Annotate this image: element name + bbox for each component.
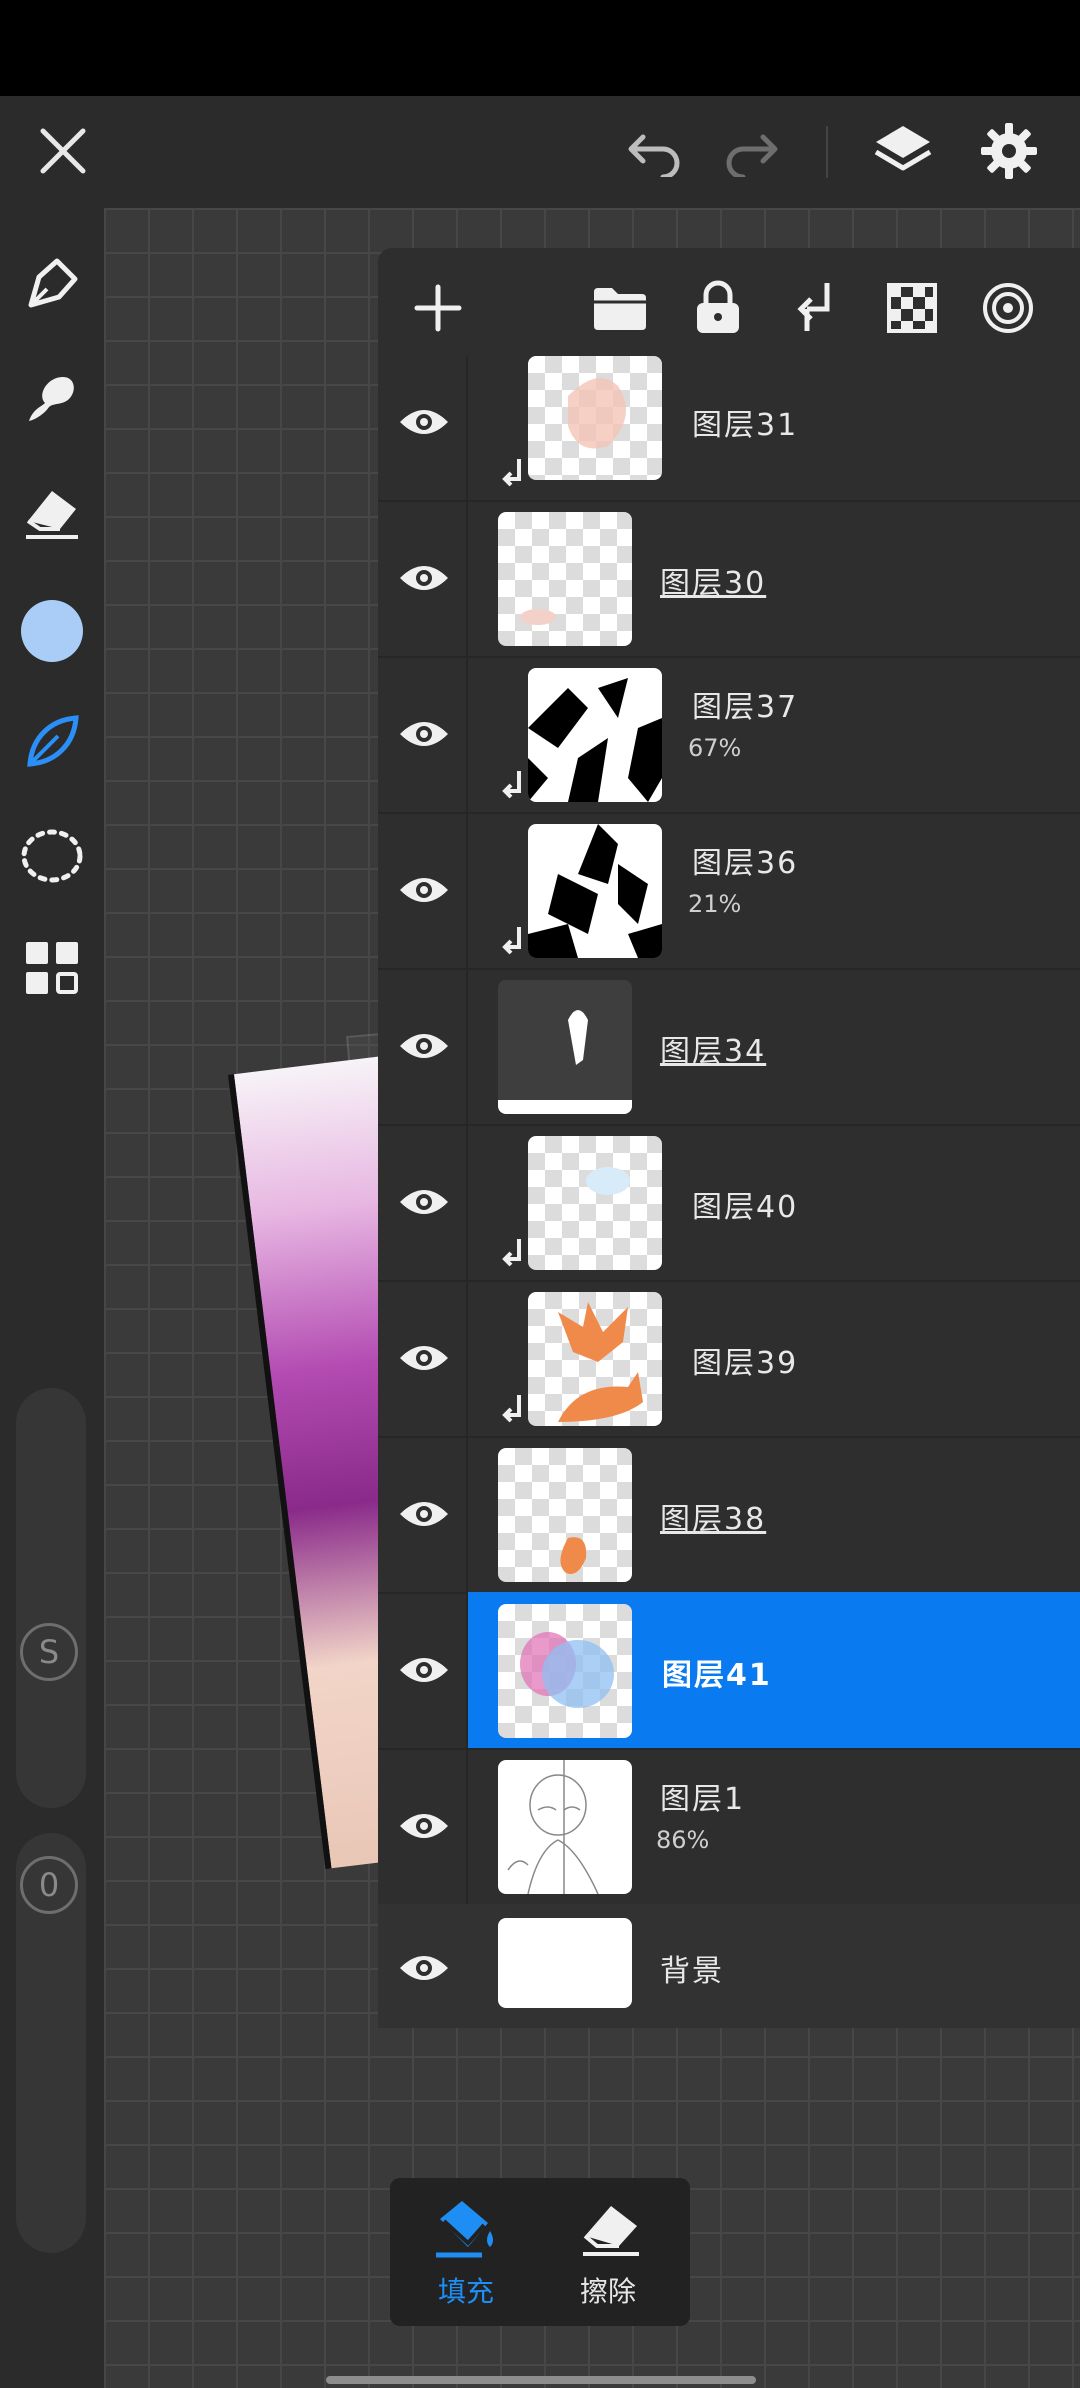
layer-thumbnail [498, 980, 632, 1114]
layer-row[interactable]: 图层39 [378, 1280, 1080, 1438]
row-divider [466, 500, 468, 656]
clip-indicator-icon [498, 1392, 526, 1428]
layer-thumbnail [498, 1604, 632, 1738]
layer-row-selected[interactable]: 图层41 [378, 1592, 1080, 1750]
folder-icon[interactable] [590, 278, 650, 338]
clip-mask-icon[interactable] [786, 276, 846, 338]
layer-name: 图层34 [660, 1034, 767, 1069]
background-layer-row[interactable]: 背景 [378, 1904, 1080, 2028]
row-divider [466, 812, 468, 968]
smudge-tool-icon[interactable] [18, 364, 86, 432]
clip-indicator-icon [498, 924, 526, 960]
layer-thumbnail [528, 1136, 662, 1270]
visibility-eye-icon[interactable] [394, 1640, 454, 1700]
layer-row[interactable]: 图层37 67% [378, 656, 1080, 814]
target-icon[interactable] [978, 278, 1038, 338]
opacity-badge: 0 [20, 1856, 78, 1914]
layer-name: 图层31 [692, 408, 799, 443]
layer-thumbnail [498, 512, 632, 646]
row-divider [466, 1592, 468, 1748]
layer-name: 图层36 [692, 846, 799, 881]
layer-name: 背景 [660, 1954, 724, 1989]
layer-row[interactable]: 图层31 [378, 356, 1080, 512]
layer-row[interactable]: 图层38 [378, 1436, 1080, 1594]
redo-icon[interactable] [716, 120, 786, 184]
fill-label: 填充 [438, 2275, 495, 2308]
layer-thumbnail [498, 1760, 632, 1894]
settings-icon[interactable] [974, 116, 1044, 186]
layer-opacity: 21% [688, 890, 742, 918]
lock-icon[interactable] [688, 276, 748, 338]
layer-row[interactable]: 图层36 21% [378, 812, 1080, 970]
row-divider [466, 1124, 468, 1280]
visibility-eye-icon[interactable] [394, 1484, 454, 1544]
grid-menu-icon[interactable] [20, 936, 84, 1000]
visibility-eye-icon[interactable] [394, 704, 454, 764]
top-toolbar [0, 96, 1080, 208]
layer-panel-toolbar [378, 248, 1080, 366]
layer-thumbnail [528, 824, 662, 958]
layer-opacity: 67% [688, 734, 742, 762]
tool-sidebar: S 0 [0, 208, 104, 2388]
leaf-brush-icon[interactable] [18, 708, 86, 776]
pen-tool-icon[interactable] [18, 250, 86, 318]
clip-indicator-icon [498, 456, 526, 492]
row-divider [466, 1436, 468, 1592]
row-divider [466, 356, 468, 512]
layer-thumbnail [498, 1918, 632, 2008]
row-divider [466, 1280, 468, 1436]
layers-icon[interactable] [868, 116, 938, 186]
layer-name: 图层38 [660, 1502, 767, 1537]
paint-bucket-icon [432, 2196, 502, 2260]
erase-button[interactable]: 擦除 [554, 2190, 666, 2314]
color-swatch[interactable] [21, 600, 83, 662]
close-icon[interactable] [30, 118, 96, 184]
row-divider [466, 656, 468, 812]
visibility-eye-icon[interactable] [394, 860, 454, 920]
row-divider [466, 968, 468, 1124]
layer-opacity: 86% [656, 1826, 710, 1854]
row-divider [466, 1748, 468, 1904]
layer-name: 图层41 [662, 1658, 772, 1693]
home-indicator[interactable] [326, 2376, 756, 2384]
layer-name: 图层40 [692, 1190, 799, 1225]
visibility-eye-icon[interactable] [394, 1796, 454, 1856]
layer-panel: 图层31 图层30 图层37 67% 图层36 21% 图层34 图层40 图层… [378, 248, 1080, 2028]
layer-row[interactable]: 图层34 [378, 968, 1080, 1126]
layer-thumbnail [528, 1292, 662, 1426]
transparency-icon[interactable] [882, 278, 942, 338]
layer-name: 图层37 [692, 690, 799, 725]
visibility-eye-icon[interactable] [394, 1016, 454, 1076]
fill-tool-bar: 填充 擦除 [390, 2178, 690, 2326]
layer-thumbnail [528, 356, 662, 480]
toolbar-divider [826, 126, 828, 178]
fill-button[interactable]: 填充 [410, 2190, 522, 2314]
add-layer-icon[interactable] [408, 278, 468, 338]
visibility-eye-icon[interactable] [394, 1172, 454, 1232]
visibility-eye-icon[interactable] [394, 1938, 454, 1998]
clip-indicator-icon [498, 1236, 526, 1272]
layer-row[interactable]: 图层40 [378, 1124, 1080, 1282]
layer-thumbnail [498, 1448, 632, 1582]
status-bar [0, 0, 1080, 96]
layer-name: 图层39 [692, 1346, 799, 1381]
brush-size-slider[interactable] [16, 1388, 86, 1808]
layer-name: 图层30 [660, 566, 767, 601]
lasso-select-icon[interactable] [16, 820, 88, 892]
eraser-tool-icon[interactable] [18, 478, 86, 546]
size-badge: S [20, 1623, 78, 1681]
layer-name: 图层1 [660, 1782, 746, 1817]
layer-row[interactable]: 图层30 [378, 500, 1080, 658]
visibility-eye-icon[interactable] [394, 392, 454, 452]
layer-thumbnail [528, 668, 662, 802]
erase-label: 擦除 [580, 2275, 637, 2308]
visibility-eye-icon[interactable] [394, 1328, 454, 1388]
clip-indicator-icon [498, 768, 526, 804]
visibility-eye-icon[interactable] [394, 548, 454, 608]
layer-row[interactable]: 图层1 86% [378, 1748, 1080, 1906]
undo-icon[interactable] [620, 120, 690, 184]
eraser-icon [576, 2196, 646, 2260]
